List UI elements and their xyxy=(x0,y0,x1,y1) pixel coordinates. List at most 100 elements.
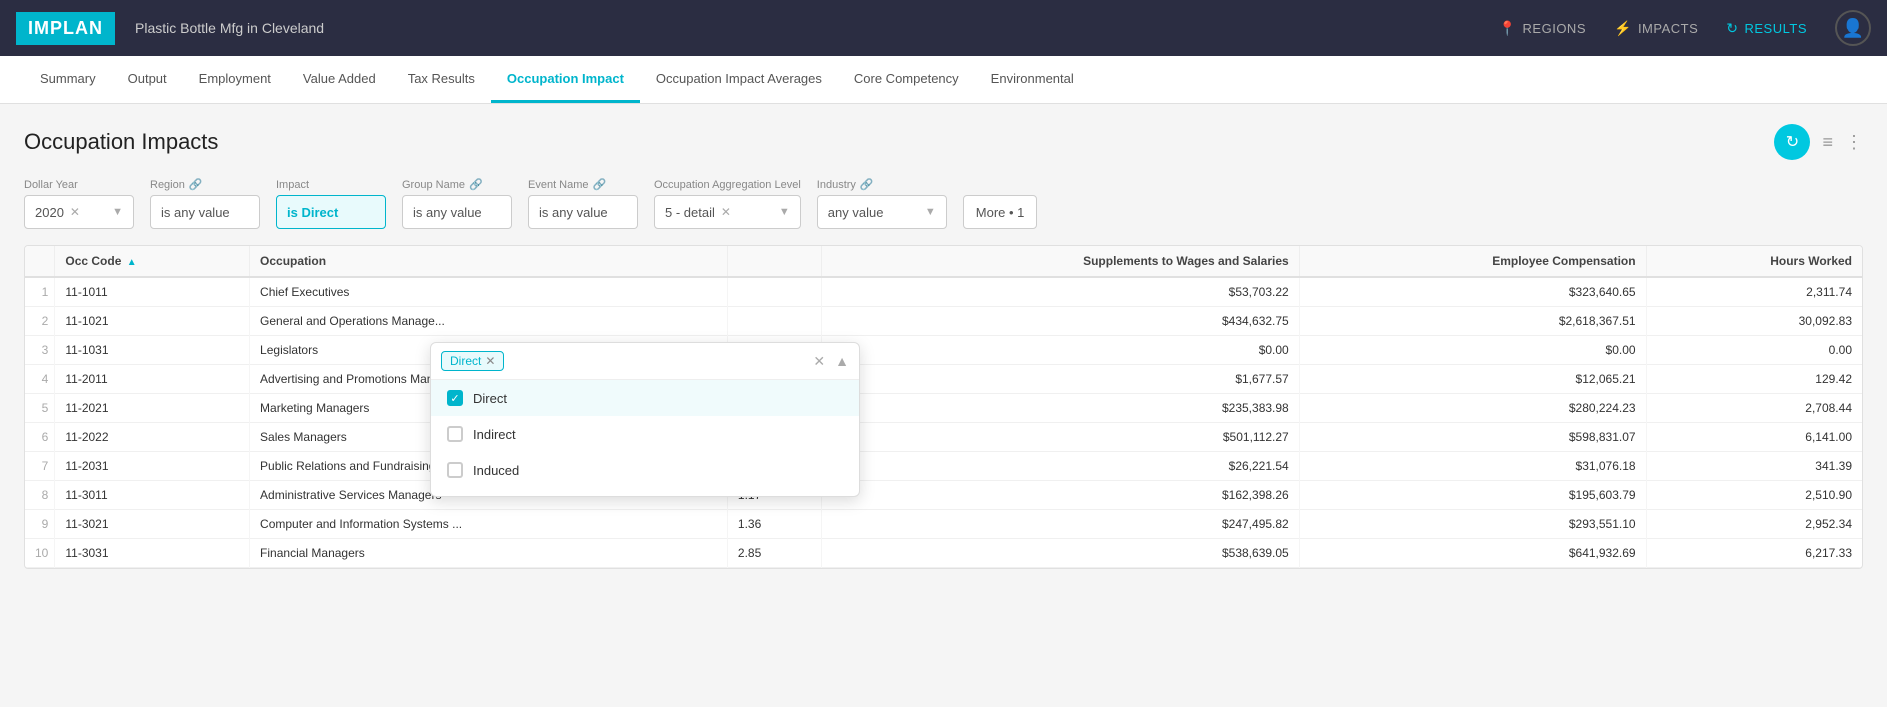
event-name-select[interactable]: is any value xyxy=(528,195,638,229)
cell-occupation: Computer and Information Systems ... xyxy=(250,510,728,539)
cell-row-num: 6 xyxy=(25,423,55,452)
table-row: 6 11-2022 Sales Managers 2.62 $501,112.2… xyxy=(25,423,1862,452)
tab-occupation-impact-averages[interactable]: Occupation Impact Averages xyxy=(640,56,838,103)
occ-agg-level-clear[interactable]: ✕ xyxy=(721,205,731,219)
dropdown-option-direct[interactable]: ✓ Direct xyxy=(431,380,859,416)
impact-select[interactable]: is Direct xyxy=(276,195,386,229)
cell-row-num: 9 xyxy=(25,510,55,539)
group-name-link-icon: 🔗 xyxy=(469,178,483,191)
group-name-label: Group Name 🔗 xyxy=(402,178,512,191)
top-nav: IMPLAN Plastic Bottle Mfg in Cleveland 📍… xyxy=(0,0,1887,56)
tab-bar: Summary Output Employment Value Added Ta… xyxy=(0,56,1887,104)
cell-occ-code: 11-1021 xyxy=(55,307,250,336)
dollar-year-label: Dollar Year xyxy=(24,179,134,191)
tab-output[interactable]: Output xyxy=(112,56,183,103)
table-row: 9 11-3021 Computer and Information Syste… xyxy=(25,510,1862,539)
cell-supplements: $53,703.22 xyxy=(821,277,1299,307)
table-wrapper[interactable]: Occ Code ▲ Occupation Supplements to Wag… xyxy=(25,246,1862,568)
cell-supplements: $247,495.82 xyxy=(821,510,1299,539)
region-select[interactable]: is any value xyxy=(150,195,260,229)
checkbox-induced[interactable] xyxy=(447,462,463,478)
more-button[interactable]: More • 1 xyxy=(963,195,1038,229)
cell-hours-worked: 129.42 xyxy=(1646,365,1862,394)
col-employee-comp: Employee Compensation xyxy=(1299,246,1646,277)
cell-occupation: Chief Executives xyxy=(250,277,728,307)
bolt-icon: ⚡ xyxy=(1614,20,1632,37)
cell-row-num: 10 xyxy=(25,539,55,568)
cell-supplements: $235,383.98 xyxy=(821,394,1299,423)
occ-agg-level-label: Occupation Aggregation Level xyxy=(654,179,801,191)
tab-environmental[interactable]: Environmental xyxy=(975,56,1090,103)
dropdown-tag-close[interactable]: ✕ xyxy=(485,354,495,368)
cell-supplements: $501,112.27 xyxy=(821,423,1299,452)
table-row: 5 11-2021 Marketing Managers 1.28 $235,3… xyxy=(25,394,1862,423)
avatar[interactable]: 👤 xyxy=(1835,10,1871,46)
cell-row-num: 2 xyxy=(25,307,55,336)
cell-employee-comp: $195,603.79 xyxy=(1299,481,1646,510)
event-name-link-icon: 🔗 xyxy=(593,178,607,191)
cell-employee-comp: $598,831.07 xyxy=(1299,423,1646,452)
cell-employee-comp: $0.00 xyxy=(1299,336,1646,365)
checkbox-direct[interactable]: ✓ xyxy=(447,390,463,406)
cell-employment: 1.36 xyxy=(727,510,821,539)
impact-dropdown: Direct ✕ ✕ ▲ ✓ Direct Indirect Induced xyxy=(430,342,860,497)
filter-group-name: Group Name 🔗 is any value xyxy=(402,178,512,229)
dollar-year-select[interactable]: 2020 ✕ ▼ xyxy=(24,195,134,229)
dropdown-option-indirect[interactable]: Indirect xyxy=(431,416,859,452)
page-header: Occupation Impacts ↻ ≡ ⋮ xyxy=(24,124,1863,160)
table-row: 3 11-1031 Legislators $0.00 $0.00 0.00 xyxy=(25,336,1862,365)
cell-hours-worked: 30,092.83 xyxy=(1646,307,1862,336)
table-row: 4 11-2011 Advertising and Promotions Man… xyxy=(25,365,1862,394)
dropdown-close-button[interactable]: ✕ xyxy=(813,353,825,370)
industry-link-icon: 🔗 xyxy=(860,178,874,191)
nav-results[interactable]: ↻ RESULTS xyxy=(1726,20,1807,37)
cell-employee-comp: $280,224.23 xyxy=(1299,394,1646,423)
industry-label: Industry 🔗 xyxy=(817,178,947,191)
nav-regions[interactable]: 📍 REGIONS xyxy=(1499,20,1586,37)
checkbox-indirect[interactable] xyxy=(447,426,463,442)
tab-summary[interactable]: Summary xyxy=(24,56,112,103)
nav-actions: 📍 REGIONS ⚡ IMPACTS ↻ RESULTS 👤 xyxy=(1499,10,1871,46)
filter-region: Region 🔗 is any value xyxy=(150,178,260,229)
location-icon: 📍 xyxy=(1499,20,1517,37)
tab-core-competency[interactable]: Core Competency xyxy=(838,56,975,103)
cell-employment: 2.85 xyxy=(727,539,821,568)
dollar-year-clear[interactable]: ✕ xyxy=(70,205,80,219)
cell-hours-worked: 341.39 xyxy=(1646,452,1862,481)
cell-occ-code: 11-3011 xyxy=(55,481,250,510)
page-title: Occupation Impacts xyxy=(24,129,218,155)
filter-row: Dollar Year 2020 ✕ ▼ Region 🔗 is any val… xyxy=(24,178,1863,229)
more-options-button[interactable]: ⋮ xyxy=(1845,132,1863,153)
table-row: 7 11-2031 Public Relations and Fundraisi… xyxy=(25,452,1862,481)
impact-label: Impact xyxy=(276,179,386,191)
dropdown-option-induced[interactable]: Induced xyxy=(431,452,859,488)
tab-occupation-impact[interactable]: Occupation Impact xyxy=(491,56,640,103)
tab-employment[interactable]: Employment xyxy=(183,56,287,103)
table-row: 1 11-1011 Chief Executives $53,703.22 $3… xyxy=(25,277,1862,307)
cell-employment xyxy=(727,307,821,336)
group-name-select[interactable]: is any value xyxy=(402,195,512,229)
cell-employee-comp: $31,076.18 xyxy=(1299,452,1646,481)
tab-tax-results[interactable]: Tax Results xyxy=(392,56,491,103)
dropdown-collapse-button[interactable]: ▲ xyxy=(835,353,849,369)
occ-agg-level-select[interactable]: 5 - detail ✕ ▼ xyxy=(654,195,801,229)
col-occ-code[interactable]: Occ Code ▲ xyxy=(55,246,250,277)
nav-impacts[interactable]: ⚡ IMPACTS xyxy=(1614,20,1698,37)
cell-hours-worked: 2,311.74 xyxy=(1646,277,1862,307)
occ-agg-level-arrow: ▼ xyxy=(779,206,790,218)
avatar-icon: 👤 xyxy=(1842,18,1864,39)
tab-value-added[interactable]: Value Added xyxy=(287,56,392,103)
header-actions: ↻ ≡ ⋮ xyxy=(1774,124,1863,160)
more-label-spacer xyxy=(963,179,1038,191)
refresh-button[interactable]: ↻ xyxy=(1774,124,1810,160)
cell-hours-worked: 0.00 xyxy=(1646,336,1862,365)
cell-occupation: Financial Managers xyxy=(250,539,728,568)
cell-employee-comp: $293,551.10 xyxy=(1299,510,1646,539)
filter-icon-button[interactable]: ≡ xyxy=(1822,132,1833,153)
cell-occ-code: 11-2031 xyxy=(55,452,250,481)
sort-icon-occ-code: ▲ xyxy=(127,257,137,268)
cell-occ-code: 11-3031 xyxy=(55,539,250,568)
col-occupation[interactable]: Occupation xyxy=(250,246,728,277)
logo[interactable]: IMPLAN xyxy=(16,12,115,45)
industry-select[interactable]: any value ▼ xyxy=(817,195,947,229)
